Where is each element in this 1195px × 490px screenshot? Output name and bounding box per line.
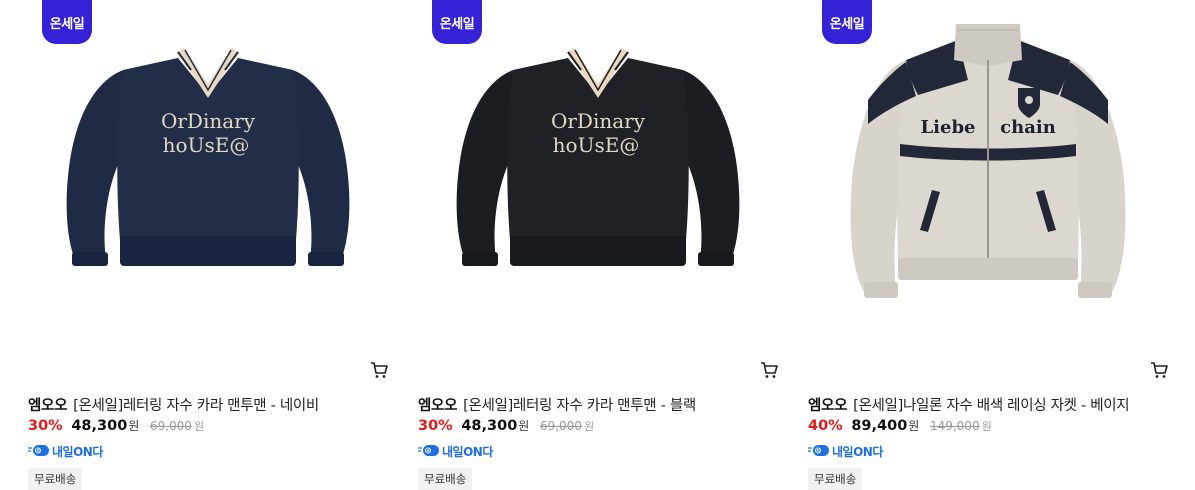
product-name[interactable]: [온세일]레터링 자수 카라 맨투맨 - 네이비 xyxy=(73,398,319,414)
product-title[interactable]: 엠오오 [온세일]레터링 자수 카라 맨투맨 - 블랙 xyxy=(418,394,696,415)
print-line-1: Liebe xyxy=(921,117,976,138)
price-unit: 원 xyxy=(518,419,530,433)
jacket-image: Liebe chain xyxy=(850,24,1126,298)
cart-icon[interactable] xyxy=(1150,361,1168,379)
delivery-label: 내일ON다 xyxy=(442,444,493,459)
product-image[interactable]: OrDinary hoUsE@ 온세일 xyxy=(28,0,388,352)
product-title[interactable]: 엠오오 [온세일]나일론 자수 배색 레이싱 자켓 - 베이지 xyxy=(808,394,1130,415)
print-line-2: hoUsE@ xyxy=(553,133,640,157)
product-name[interactable]: [온세일]레터링 자수 카라 맨투맨 - 블랙 xyxy=(463,398,696,414)
price-unit: 원 xyxy=(128,419,140,433)
product-card[interactable]: OrDinary hoUsE@ 온세일 엠오오 [온세일]레터링 자수 카라 맨투… xyxy=(418,0,778,490)
svg-text:D: D xyxy=(426,449,430,455)
sale-price: 48,300 xyxy=(461,418,518,434)
product-image[interactable]: Liebe chain 온세일 xyxy=(808,0,1168,352)
print-line-2: hoUsE@ xyxy=(163,133,250,157)
sweatshirt-image: OrDinary hoUsE@ xyxy=(66,48,350,266)
sale-price: 89,400 xyxy=(851,418,908,434)
print-line-1: OrDinary xyxy=(161,109,256,133)
product-card[interactable]: Liebe chain 온세일 엠오오 [온세일]나일론 자수 배색 레이싱 자켓… xyxy=(808,0,1168,490)
on-sale-badge: 온세일 xyxy=(432,0,482,44)
sweatshirt-image: OrDinary hoUsE@ xyxy=(456,48,740,266)
delivery-tag: D 내일ON다 xyxy=(28,443,103,459)
badge-label: 온세일 xyxy=(49,16,85,32)
print-line-1: OrDinary xyxy=(551,109,646,133)
original-unit: 원 xyxy=(981,420,992,433)
price-row: 30% 48,300원 69,000 원 xyxy=(418,417,594,434)
product-title[interactable]: 엠오오 [온세일]레터링 자수 카라 맨투맨 - 네이비 xyxy=(28,394,319,415)
original-price: 149,000 xyxy=(929,419,980,433)
fast-delivery-icon: D xyxy=(28,445,49,456)
cart-icon[interactable] xyxy=(760,361,778,379)
cart-icon[interactable] xyxy=(370,361,388,379)
delivery-label: 내일ON다 xyxy=(832,444,883,459)
brand-name[interactable]: 엠오오 xyxy=(28,398,67,414)
original-unit: 원 xyxy=(583,420,595,433)
on-sale-badge: 온세일 xyxy=(42,0,92,44)
brand-name[interactable]: 엠오오 xyxy=(418,398,457,414)
discount-rate: 30% xyxy=(28,418,63,434)
badge-label: 온세일 xyxy=(439,16,475,32)
delivery-tag: D 내일ON다 xyxy=(808,443,883,459)
free-shipping-tag: 무료배송 xyxy=(28,468,83,490)
product-image[interactable]: OrDinary hoUsE@ 온세일 xyxy=(418,0,778,352)
original-price: 69,000 xyxy=(539,419,582,433)
discount-rate: 30% xyxy=(418,418,453,434)
original-unit: 원 xyxy=(193,420,205,433)
price-unit: 원 xyxy=(908,419,920,433)
product-card[interactable]: OrDinary hoUsE@ 온세일 엠오오 [온세일]레터링 자수 카라 맨투… xyxy=(28,0,388,490)
brand-name[interactable]: 엠오오 xyxy=(808,398,847,414)
svg-text:D: D xyxy=(36,449,40,455)
delivery-tag: D 내일ON다 xyxy=(418,443,493,459)
product-grid: OrDinary hoUsE@ 온세일 엠오오 [온세일]레터링 자수 카라 맨투… xyxy=(0,0,1195,490)
fast-delivery-icon: D xyxy=(808,445,829,456)
svg-text:D: D xyxy=(816,449,820,455)
badge-label: 온세일 xyxy=(829,16,865,32)
price-row: 40% 89,400원 149,000 원 xyxy=(808,417,992,434)
discount-rate: 40% xyxy=(808,418,843,434)
print-line-2: chain xyxy=(1000,117,1056,138)
fast-delivery-icon: D xyxy=(418,445,439,456)
price-row: 30% 48,300원 69,000 원 xyxy=(28,417,204,434)
delivery-label: 내일ON다 xyxy=(52,444,103,459)
product-name[interactable]: [온세일]나일론 자수 배색 레이싱 자켓 - 베이지 xyxy=(853,398,1130,414)
free-shipping-tag: 무료배송 xyxy=(418,468,473,490)
sale-price: 48,300 xyxy=(71,418,128,434)
free-shipping-tag: 무료배송 xyxy=(808,468,863,490)
on-sale-badge: 온세일 xyxy=(822,0,872,44)
original-price: 69,000 xyxy=(149,419,192,433)
